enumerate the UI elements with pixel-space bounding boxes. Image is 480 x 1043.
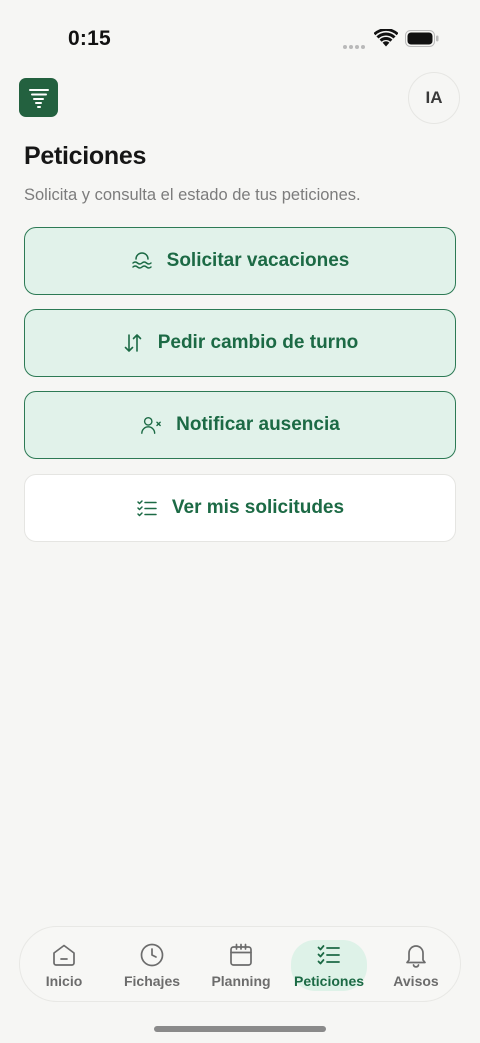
user-avatar[interactable]: IA <box>408 72 460 124</box>
tab-inicio[interactable]: Inicio <box>29 927 99 1003</box>
home-indicator <box>154 1026 326 1032</box>
status-bar: 0:15 <box>0 0 480 70</box>
home-icon <box>50 941 78 969</box>
clock-icon <box>138 941 166 969</box>
bell-icon <box>402 941 430 969</box>
view-requests-button[interactable]: Ver mis solicitudes <box>24 474 456 542</box>
shift-change-label: Pedir cambio de turno <box>157 332 359 353</box>
tab-avisos-label: Avisos <box>393 973 439 989</box>
view-requests-label: Ver mis solicitudes <box>171 497 345 518</box>
waves-icon <box>131 250 153 272</box>
checklist-icon <box>136 497 158 519</box>
report-absence-label: Notificar ausencia <box>176 414 340 435</box>
status-time: 0:15 <box>68 27 111 50</box>
user-x-icon <box>140 414 162 436</box>
tab-fichajes-label: Fichajes <box>123 973 181 989</box>
wifi-icon <box>374 29 398 47</box>
tornado-icon <box>28 88 49 108</box>
cellular-signal-icon <box>343 36 367 49</box>
calendar-icon <box>227 941 255 969</box>
checklist-icon <box>315 941 343 969</box>
report-absence-button[interactable]: Notificar ausencia <box>24 391 456 459</box>
tab-inicio-label: Inicio <box>45 973 83 989</box>
request-vacation-button[interactable]: Solicitar vacaciones <box>24 227 456 295</box>
shift-change-button[interactable]: Pedir cambio de turno <box>24 309 456 377</box>
battery-icon <box>405 30 439 47</box>
tab-avisos[interactable]: Avisos <box>382 927 450 1003</box>
tab-planning[interactable]: Planning <box>205 927 277 1003</box>
bottom-tab-bar: Inicio Fichajes Planning Peticiones Avis… <box>19 926 461 1002</box>
tab-planning-label: Planning <box>211 973 271 989</box>
request-vacation-label: Solicitar vacaciones <box>166 250 350 271</box>
app-logo <box>19 78 58 117</box>
page-subtitle: Solicita y consulta el estado de tus pet… <box>24 186 361 204</box>
tab-peticiones-label: Peticiones <box>293 973 365 989</box>
page-title: Peticiones <box>24 142 147 170</box>
tab-fichajes[interactable]: Fichajes <box>117 927 187 1003</box>
tab-peticiones[interactable]: Peticiones <box>291 927 367 1003</box>
swap-arrows-icon <box>122 332 144 354</box>
